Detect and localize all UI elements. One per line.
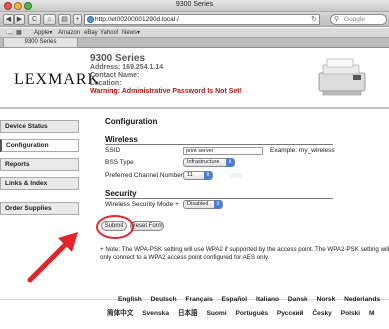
lang-svenska[interactable]: Svenska — [142, 310, 169, 317]
bookmark-yahoo[interactable]: Yahoo! — [100, 28, 119, 38]
sidebar-item-configuration[interactable]: Configuration — [0, 139, 79, 152]
annotation-circle — [96, 215, 134, 239]
wireless-rule — [105, 144, 333, 145]
lang-italiano[interactable]: Italiano — [256, 296, 279, 303]
url-text: http://et00200001290d.local./ — [95, 16, 179, 23]
printer-image — [318, 58, 366, 96]
forward-button[interactable]: ▶ — [14, 14, 25, 25]
lang-russian[interactable]: Русский — [277, 310, 304, 317]
chevron-down-icon: ⇕ — [226, 158, 234, 167]
back-button[interactable]: ◀ — [3, 14, 14, 25]
language-links-row-1: English Deutsch Français Español Italian… — [118, 296, 387, 303]
language-links-row-2: 简体中文 Svenska 日本語 Suomi Português Русский… — [107, 307, 381, 317]
contact-name: Contact Name: — [90, 72, 140, 79]
lang-m[interactable]: M — [369, 310, 375, 317]
lang-dansk[interactable]: Dansk — [288, 296, 308, 303]
model-name: 9300 Series — [90, 53, 146, 64]
reset-form-button[interactable]: Reset Form — [130, 221, 164, 231]
tab-9300-series[interactable]: 9300 Series — [3, 38, 78, 48]
browser-toolbar: ◀ ▶ C ⌂ ▤ + http://et00200001290d.local.… — [0, 12, 389, 27]
wireless-heading: Wireless — [105, 135, 138, 144]
device-address: Address: 169.254.1.14 — [90, 64, 164, 71]
channel-select[interactable]: 11 ⇕ — [183, 171, 213, 180]
sidebar-item-device-status[interactable]: Device Status — [0, 120, 79, 133]
security-mode-select[interactable]: Disabled ⇕ — [183, 200, 223, 209]
lang-francais[interactable]: Français — [186, 296, 213, 303]
sidebar-item-links-index[interactable]: Links & Index — [0, 177, 79, 190]
channel-indicator — [230, 173, 242, 178]
lang-espanol[interactable]: Español — [221, 296, 247, 303]
search-placeholder: Google — [344, 16, 365, 23]
lang-nederlands[interactable]: Nederlands — [344, 296, 380, 303]
lang-chinese[interactable]: 简体中文 — [107, 307, 133, 317]
search-input[interactable]: ⚲ Google — [330, 14, 387, 25]
lexmark-logo: LEXMARK — [14, 71, 101, 88]
book-icon[interactable]: 📖 — [6, 28, 13, 38]
bss-type-select[interactable]: Infrastructure ⇕ — [183, 158, 235, 167]
print-button[interactable]: ▤ — [58, 14, 71, 25]
window-titlebar: 9300 Series — [0, 0, 389, 12]
password-warning: Warning: Administrative Password Is Not … — [90, 88, 242, 95]
sidebar-item-order-supplies[interactable]: Order Supplies — [0, 202, 79, 215]
ssid-example: Example: my_wireless — [270, 147, 335, 154]
lang-portugues[interactable]: Português — [235, 310, 268, 317]
lang-deutsch[interactable]: Deutsch — [151, 296, 177, 303]
add-bookmark-button[interactable]: + — [73, 14, 82, 25]
home-button[interactable]: ⌂ — [43, 14, 56, 25]
tab-bar: 9300 Series — [0, 38, 389, 48]
globe-icon — [87, 16, 94, 23]
device-header: 9300 Series Address: 169.254.1.14 Contac… — [90, 53, 242, 96]
security-rule — [105, 198, 333, 199]
bookmark-amazon[interactable]: Amazon — [58, 28, 80, 38]
refresh-icon[interactable]: ↻ — [311, 15, 317, 24]
bookmark-news[interactable]: News▾ — [122, 28, 140, 38]
url-bar[interactable]: http://et00200001290d.local./ ↻ — [84, 14, 320, 25]
device-location: Location: — [90, 80, 122, 87]
lang-english[interactable]: English — [118, 296, 142, 303]
annotation-arrow-icon — [27, 232, 78, 283]
search-icon: ⚲ — [334, 16, 340, 23]
bss-type-label: BSS Type — [105, 159, 134, 166]
lang-norsk[interactable]: Norsk — [317, 296, 336, 303]
sidebar-item-reports[interactable]: Reports — [0, 158, 79, 171]
bookmarks-bar: 📖 ▦ Apple▾ Amazon eBay Yahoo! News▾ — [0, 28, 389, 38]
bookmark-apple[interactable]: Apple▾ — [34, 28, 52, 38]
channel-label: Preferred Channel Number — [105, 172, 184, 179]
chevron-down-icon: ⇕ — [214, 200, 222, 209]
lang-cesky[interactable]: Česky — [312, 310, 331, 317]
wpa-note: + Note: The WPA-PSK setting will use WPA… — [100, 246, 389, 261]
page-title: Configuration — [105, 117, 158, 126]
reload-button[interactable]: C — [28, 14, 41, 25]
security-mode-label: Wireless Security Mode + — [105, 201, 179, 208]
channel-value: 11 — [187, 172, 193, 178]
bss-type-value: Infrastructure — [187, 159, 220, 165]
apps-icon[interactable]: ▦ — [16, 28, 22, 38]
header-divider — [0, 107, 389, 109]
lang-japanese[interactable]: 日本語 — [178, 307, 198, 317]
bookmark-ebay[interactable]: eBay — [84, 28, 98, 38]
lang-polski[interactable]: Polski — [341, 310, 360, 317]
chevron-down-icon: ⇕ — [204, 171, 212, 180]
ssid-label: SSID — [105, 147, 121, 154]
security-mode-value: Disabled — [187, 201, 209, 207]
window-title: 9300 Series — [175, 1, 214, 8]
security-heading: Security — [105, 189, 137, 198]
lang-suomi[interactable]: Suomi — [206, 310, 226, 317]
ssid-field[interactable]: print server — [183, 147, 263, 155]
